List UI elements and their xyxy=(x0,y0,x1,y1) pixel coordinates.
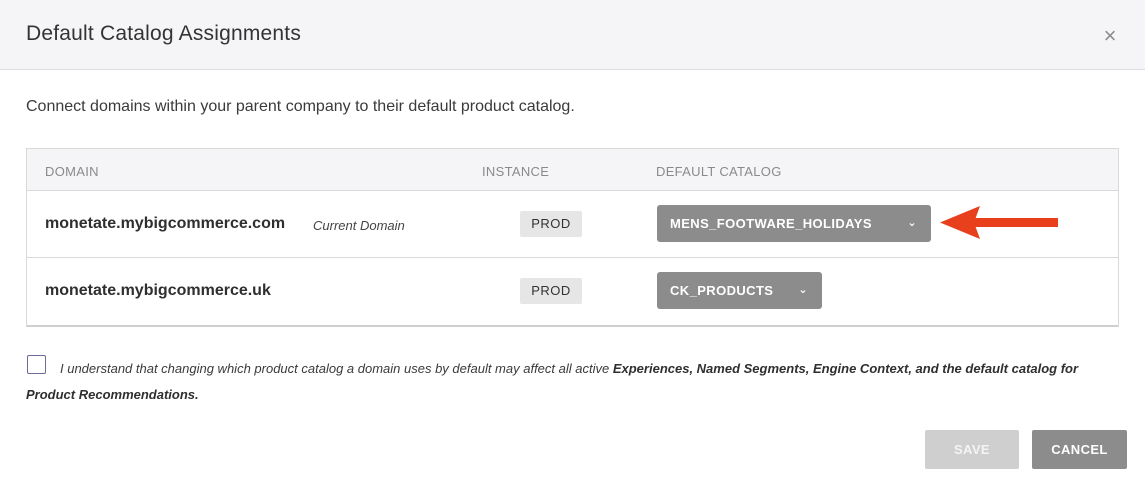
default-catalog-modal: Default Catalog Assignments × Connect do… xyxy=(0,0,1145,489)
current-domain-tag: Current Domain xyxy=(313,218,405,233)
cancel-button[interactable]: CANCEL xyxy=(1032,430,1127,469)
instance-badge: PROD xyxy=(520,211,582,237)
default-catalog-select[interactable]: MENS_FOOTWARE_HOLIDAYS ⌄ xyxy=(657,205,931,242)
modal-header: Default Catalog Assignments × xyxy=(0,0,1145,70)
consent-text: I understand that changing which product… xyxy=(26,356,1116,408)
table-header: DOMAIN INSTANCE DEFAULT CATALOG xyxy=(27,149,1118,191)
domain-name: monetate.mybigcommerce.com xyxy=(45,215,286,232)
chevron-down-icon: ⌄ xyxy=(907,217,917,229)
selected-catalog-value: CK_PRODUCTS xyxy=(670,283,774,298)
red-arrow-annotation xyxy=(940,206,1058,239)
selected-catalog-value: MENS_FOOTWARE_HOLIDAYS xyxy=(670,216,872,231)
column-header-default-catalog: DEFAULT CATALOG xyxy=(656,164,782,179)
chevron-down-icon: ⌄ xyxy=(798,284,808,296)
consent-prefix: I understand that changing which product… xyxy=(60,361,613,376)
modal-title: Default Catalog Assignments xyxy=(26,22,302,45)
domain-name: monetate.mybigcommerce.uk xyxy=(45,282,271,299)
instance-badge: PROD xyxy=(520,278,582,304)
column-header-domain: DOMAIN xyxy=(45,164,99,179)
table-row: monetate.mybigcommerce.uk PROD CK_PRODUC… xyxy=(27,258,1118,325)
default-catalog-select[interactable]: CK_PRODUCTS ⌄ xyxy=(657,272,822,309)
column-header-instance: INSTANCE xyxy=(482,164,550,179)
modal-description: Connect domains within your parent compa… xyxy=(26,98,575,115)
save-button[interactable]: SAVE xyxy=(925,430,1019,469)
close-icon[interactable]: × xyxy=(1098,24,1122,48)
